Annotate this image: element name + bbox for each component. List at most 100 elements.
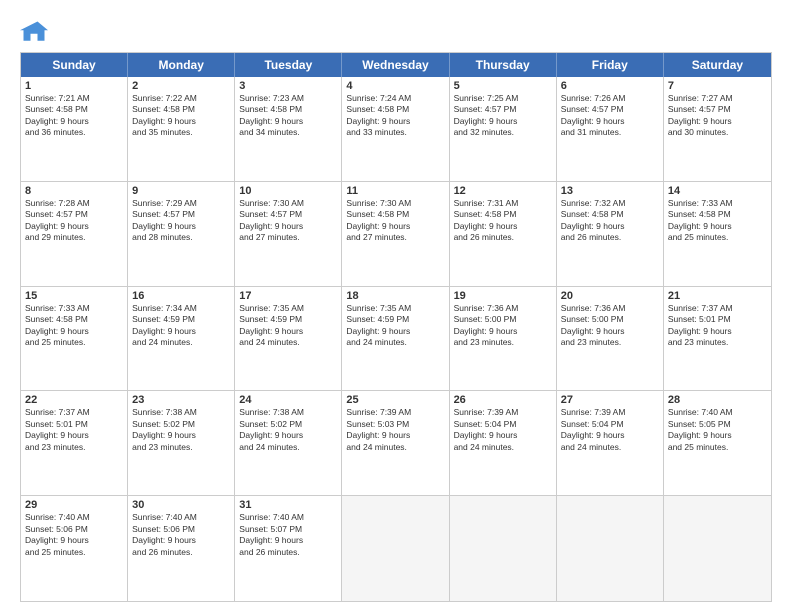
cal-cell-19: 19Sunrise: 7:36 AMSunset: 5:00 PMDayligh… [450, 287, 557, 391]
cal-cell-13: 13Sunrise: 7:32 AMSunset: 4:58 PMDayligh… [557, 182, 664, 286]
cal-cell-12: 12Sunrise: 7:31 AMSunset: 4:58 PMDayligh… [450, 182, 557, 286]
day-number: 9 [132, 185, 230, 197]
day-number: 13 [561, 185, 659, 197]
cal-cell-17: 17Sunrise: 7:35 AMSunset: 4:59 PMDayligh… [235, 287, 342, 391]
day-number: 11 [346, 185, 444, 197]
header-day-wednesday: Wednesday [342, 53, 449, 77]
day-number: 4 [346, 80, 444, 92]
cal-cell-9: 9Sunrise: 7:29 AMSunset: 4:57 PMDaylight… [128, 182, 235, 286]
cal-cell-25: 25Sunrise: 7:39 AMSunset: 5:03 PMDayligh… [342, 391, 449, 495]
day-number: 22 [25, 394, 123, 406]
day-number: 5 [454, 80, 552, 92]
cell-details: Sunrise: 7:23 AMSunset: 4:58 PMDaylight:… [239, 93, 337, 139]
cell-details: Sunrise: 7:30 AMSunset: 4:57 PMDaylight:… [239, 198, 337, 244]
cell-details: Sunrise: 7:39 AMSunset: 5:04 PMDaylight:… [454, 407, 552, 453]
cell-details: Sunrise: 7:36 AMSunset: 5:00 PMDaylight:… [454, 303, 552, 349]
cell-details: Sunrise: 7:34 AMSunset: 4:59 PMDaylight:… [132, 303, 230, 349]
cal-cell-18: 18Sunrise: 7:35 AMSunset: 4:59 PMDayligh… [342, 287, 449, 391]
cal-cell-8: 8Sunrise: 7:28 AMSunset: 4:57 PMDaylight… [21, 182, 128, 286]
header-day-tuesday: Tuesday [235, 53, 342, 77]
day-number: 19 [454, 290, 552, 302]
cal-cell-22: 22Sunrise: 7:37 AMSunset: 5:01 PMDayligh… [21, 391, 128, 495]
cal-cell-23: 23Sunrise: 7:38 AMSunset: 5:02 PMDayligh… [128, 391, 235, 495]
cell-details: Sunrise: 7:22 AMSunset: 4:58 PMDaylight:… [132, 93, 230, 139]
day-number: 10 [239, 185, 337, 197]
cell-details: Sunrise: 7:30 AMSunset: 4:58 PMDaylight:… [346, 198, 444, 244]
cal-cell-15: 15Sunrise: 7:33 AMSunset: 4:58 PMDayligh… [21, 287, 128, 391]
header [20, 18, 772, 46]
logo [20, 18, 52, 46]
calendar-header: SundayMondayTuesdayWednesdayThursdayFrid… [21, 53, 771, 77]
cal-cell-20: 20Sunrise: 7:36 AMSunset: 5:00 PMDayligh… [557, 287, 664, 391]
day-number: 14 [668, 185, 767, 197]
cal-cell-27: 27Sunrise: 7:39 AMSunset: 5:04 PMDayligh… [557, 391, 664, 495]
day-number: 7 [668, 80, 767, 92]
cell-details: Sunrise: 7:40 AMSunset: 5:05 PMDaylight:… [668, 407, 767, 453]
cell-details: Sunrise: 7:25 AMSunset: 4:57 PMDaylight:… [454, 93, 552, 139]
cal-cell-14: 14Sunrise: 7:33 AMSunset: 4:58 PMDayligh… [664, 182, 771, 286]
cell-details: Sunrise: 7:26 AMSunset: 4:57 PMDaylight:… [561, 93, 659, 139]
cal-cell-5: 5Sunrise: 7:25 AMSunset: 4:57 PMDaylight… [450, 77, 557, 181]
cell-details: Sunrise: 7:37 AMSunset: 5:01 PMDaylight:… [668, 303, 767, 349]
cal-cell-11: 11Sunrise: 7:30 AMSunset: 4:58 PMDayligh… [342, 182, 449, 286]
cal-cell-4: 4Sunrise: 7:24 AMSunset: 4:58 PMDaylight… [342, 77, 449, 181]
week-row-3: 15Sunrise: 7:33 AMSunset: 4:58 PMDayligh… [21, 287, 771, 392]
cal-cell-7: 7Sunrise: 7:27 AMSunset: 4:57 PMDaylight… [664, 77, 771, 181]
cell-details: Sunrise: 7:24 AMSunset: 4:58 PMDaylight:… [346, 93, 444, 139]
header-day-saturday: Saturday [664, 53, 771, 77]
cal-cell-21: 21Sunrise: 7:37 AMSunset: 5:01 PMDayligh… [664, 287, 771, 391]
cell-details: Sunrise: 7:32 AMSunset: 4:58 PMDaylight:… [561, 198, 659, 244]
calendar-body: 1Sunrise: 7:21 AMSunset: 4:58 PMDaylight… [21, 77, 771, 601]
cell-details: Sunrise: 7:40 AMSunset: 5:07 PMDaylight:… [239, 512, 337, 558]
header-day-thursday: Thursday [450, 53, 557, 77]
day-number: 31 [239, 499, 337, 511]
cell-details: Sunrise: 7:40 AMSunset: 5:06 PMDaylight:… [132, 512, 230, 558]
week-row-5: 29Sunrise: 7:40 AMSunset: 5:06 PMDayligh… [21, 496, 771, 601]
cell-details: Sunrise: 7:35 AMSunset: 4:59 PMDaylight:… [346, 303, 444, 349]
cal-cell-24: 24Sunrise: 7:38 AMSunset: 5:02 PMDayligh… [235, 391, 342, 495]
cell-details: Sunrise: 7:40 AMSunset: 5:06 PMDaylight:… [25, 512, 123, 558]
day-number: 27 [561, 394, 659, 406]
day-number: 2 [132, 80, 230, 92]
cal-cell-3: 3Sunrise: 7:23 AMSunset: 4:58 PMDaylight… [235, 77, 342, 181]
week-row-4: 22Sunrise: 7:37 AMSunset: 5:01 PMDayligh… [21, 391, 771, 496]
cell-details: Sunrise: 7:38 AMSunset: 5:02 PMDaylight:… [132, 407, 230, 453]
header-day-sunday: Sunday [21, 53, 128, 77]
day-number: 21 [668, 290, 767, 302]
day-number: 8 [25, 185, 123, 197]
day-number: 24 [239, 394, 337, 406]
cell-details: Sunrise: 7:35 AMSunset: 4:59 PMDaylight:… [239, 303, 337, 349]
week-row-1: 1Sunrise: 7:21 AMSunset: 4:58 PMDaylight… [21, 77, 771, 182]
day-number: 25 [346, 394, 444, 406]
day-number: 15 [25, 290, 123, 302]
cal-cell-empty-4-5 [557, 496, 664, 601]
cell-details: Sunrise: 7:33 AMSunset: 4:58 PMDaylight:… [25, 303, 123, 349]
day-number: 18 [346, 290, 444, 302]
cell-details: Sunrise: 7:36 AMSunset: 5:00 PMDaylight:… [561, 303, 659, 349]
day-number: 12 [454, 185, 552, 197]
cal-cell-1: 1Sunrise: 7:21 AMSunset: 4:58 PMDaylight… [21, 77, 128, 181]
cell-details: Sunrise: 7:29 AMSunset: 4:57 PMDaylight:… [132, 198, 230, 244]
cell-details: Sunrise: 7:28 AMSunset: 4:57 PMDaylight:… [25, 198, 123, 244]
day-number: 20 [561, 290, 659, 302]
week-row-2: 8Sunrise: 7:28 AMSunset: 4:57 PMDaylight… [21, 182, 771, 287]
cal-cell-28: 28Sunrise: 7:40 AMSunset: 5:05 PMDayligh… [664, 391, 771, 495]
day-number: 30 [132, 499, 230, 511]
cal-cell-16: 16Sunrise: 7:34 AMSunset: 4:59 PMDayligh… [128, 287, 235, 391]
cell-details: Sunrise: 7:21 AMSunset: 4:58 PMDaylight:… [25, 93, 123, 139]
cell-details: Sunrise: 7:37 AMSunset: 5:01 PMDaylight:… [25, 407, 123, 453]
day-number: 16 [132, 290, 230, 302]
page: SundayMondayTuesdayWednesdayThursdayFrid… [0, 0, 792, 612]
cal-cell-2: 2Sunrise: 7:22 AMSunset: 4:58 PMDaylight… [128, 77, 235, 181]
day-number: 29 [25, 499, 123, 511]
day-number: 6 [561, 80, 659, 92]
day-number: 28 [668, 394, 767, 406]
cal-cell-empty-4-4 [450, 496, 557, 601]
day-number: 26 [454, 394, 552, 406]
cal-cell-31: 31Sunrise: 7:40 AMSunset: 5:07 PMDayligh… [235, 496, 342, 601]
day-number: 3 [239, 80, 337, 92]
cal-cell-empty-4-6 [664, 496, 771, 601]
cal-cell-26: 26Sunrise: 7:39 AMSunset: 5:04 PMDayligh… [450, 391, 557, 495]
cal-cell-30: 30Sunrise: 7:40 AMSunset: 5:06 PMDayligh… [128, 496, 235, 601]
cal-cell-empty-4-3 [342, 496, 449, 601]
